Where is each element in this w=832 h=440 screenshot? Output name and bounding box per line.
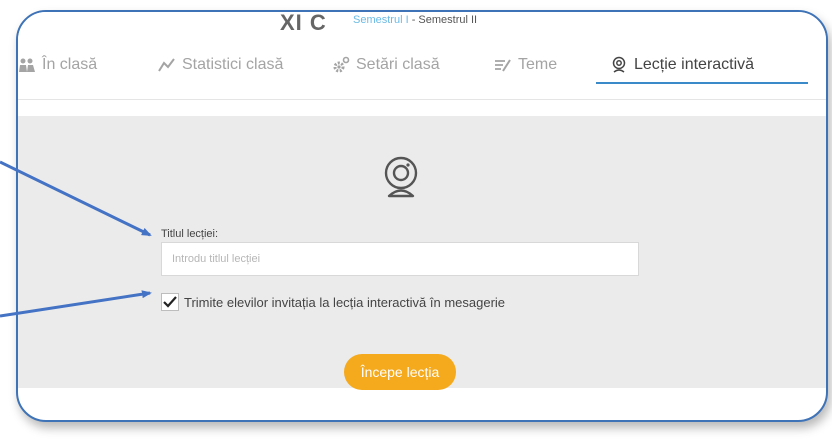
tab-setari-clasa[interactable]: Setări clasă <box>332 48 440 82</box>
tab-label: Teme <box>518 56 558 73</box>
tab-lectie-interactiva[interactable]: Lecție interactivă <box>610 48 754 82</box>
lesson-title-label: Titlul lecției: <box>161 228 219 240</box>
invite-checkbox[interactable] <box>161 293 179 311</box>
invite-checkbox-row[interactable]: Trimite elevilor invitația la lecția int… <box>161 293 505 311</box>
lesson-title-input[interactable] <box>161 242 639 276</box>
breadcrumb-separator: - <box>408 14 419 26</box>
tab-label: Setări clasă <box>356 56 440 73</box>
class-header: XI C Semestrul I - Semestrul II În clasă… <box>18 12 826 100</box>
tab-label: În clasă <box>42 56 98 73</box>
gears-icon <box>332 56 350 74</box>
chart-line-icon <box>158 56 176 74</box>
app-window: XI C Semestrul I - Semestrul II În clasă… <box>16 10 828 422</box>
webcam-icon <box>610 56 628 74</box>
webcam-icon <box>378 154 424 205</box>
class-name: XI C <box>280 10 327 35</box>
tab-statistici-clasa[interactable]: Statistici clasă <box>158 48 283 82</box>
people-icon <box>18 56 36 74</box>
start-lesson-button[interactable]: Începe lecția <box>344 354 456 390</box>
invite-checkbox-label: Trimite elevilor invitația la lecția int… <box>184 294 506 310</box>
header-divider <box>18 99 826 100</box>
tab-label: Lecție interactivă <box>634 56 755 73</box>
tab-label: Statistici clasă <box>182 56 284 73</box>
tab-teme[interactable]: Teme <box>494 48 557 82</box>
tab-in-clasa[interactable]: În clasă <box>18 48 97 82</box>
breadcrumb: Semestrul I - Semestrul II <box>353 14 477 26</box>
interactive-lesson-panel: Titlul lecției: Trimite elevilor invitaț… <box>18 116 826 390</box>
homework-icon <box>494 56 512 74</box>
active-tab-indicator <box>596 82 808 84</box>
breadcrumb-current-semester: Semestrul II <box>418 14 478 26</box>
breadcrumb-semester-1-link[interactable]: Semestrul I <box>353 14 409 26</box>
